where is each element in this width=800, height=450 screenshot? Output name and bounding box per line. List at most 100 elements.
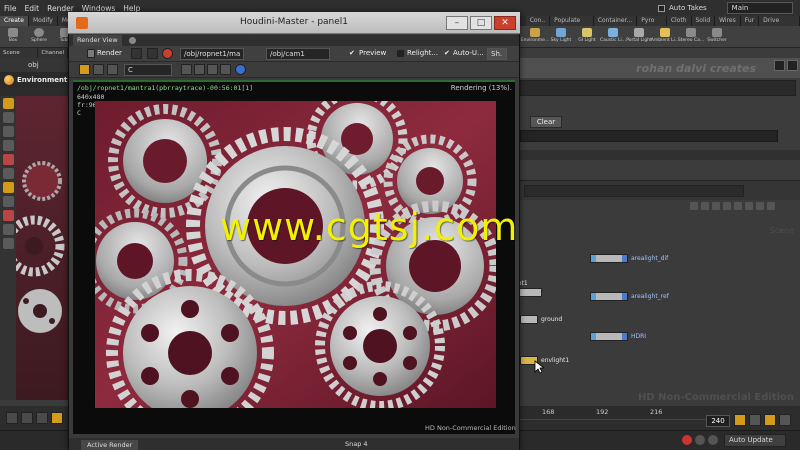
close-icon[interactable] bbox=[767, 202, 775, 210]
history-icon[interactable] bbox=[695, 435, 705, 445]
shelf-tab-create[interactable]: Create bbox=[0, 16, 29, 26]
pose-tool-icon[interactable] bbox=[2, 168, 14, 179]
shelf-tab-drive-sim[interactable]: Drive Sim... bbox=[759, 16, 800, 34]
settings-icon[interactable] bbox=[745, 202, 753, 210]
menu-edit[interactable]: Edit bbox=[25, 4, 40, 13]
zoom-in-icon[interactable] bbox=[181, 64, 192, 75]
shelf-tab-solid[interactable]: Solid bbox=[691, 16, 716, 26]
tool-caustic-light[interactable]: Caustic Li... bbox=[600, 26, 626, 48]
info-icon[interactable] bbox=[787, 60, 798, 71]
tool-box[interactable]: Box bbox=[0, 26, 26, 48]
layout-icon[interactable] bbox=[701, 202, 709, 210]
options-icon[interactable] bbox=[779, 414, 791, 426]
move-tool-icon[interactable] bbox=[2, 112, 14, 123]
tool-sphere[interactable]: Sphere bbox=[26, 26, 52, 48]
tab-render-view[interactable]: Render View bbox=[73, 35, 122, 46]
rotate-tool-icon[interactable] bbox=[2, 126, 14, 137]
node-body[interactable] bbox=[590, 254, 628, 263]
show-button[interactable]: Sh. bbox=[487, 48, 507, 60]
minimize-button[interactable]: – bbox=[446, 16, 468, 30]
step-back-icon[interactable] bbox=[21, 412, 33, 424]
stop-icon[interactable] bbox=[51, 412, 63, 424]
tab-active-render[interactable]: Active Render bbox=[81, 440, 139, 450]
scene-viewport[interactable] bbox=[16, 96, 68, 400]
channel-select[interactable]: C bbox=[124, 64, 172, 76]
node-body[interactable] bbox=[590, 292, 628, 301]
render-button[interactable]: Render bbox=[97, 48, 122, 59]
frame-end-field[interactable]: 240 bbox=[706, 415, 730, 427]
rop-path-field[interactable]: /obj/ropnet1/ma bbox=[180, 48, 244, 60]
take-select[interactable]: Main bbox=[726, 2, 793, 14]
zoom-fit-icon[interactable] bbox=[207, 64, 218, 75]
network-editor[interactable] bbox=[520, 218, 800, 406]
play-back-icon[interactable] bbox=[36, 412, 48, 424]
snap-tool-icon[interactable] bbox=[2, 196, 14, 207]
zoom-out-icon[interactable] bbox=[194, 64, 205, 75]
audio-icon[interactable] bbox=[749, 414, 761, 426]
tool-ambient-light[interactable]: Ambient Li... bbox=[651, 26, 679, 48]
auto-update-select[interactable]: Auto Update bbox=[724, 434, 786, 447]
tab-channel[interactable]: Channel bbox=[38, 48, 68, 58]
tree-icon[interactable] bbox=[723, 202, 731, 210]
list-icon[interactable] bbox=[712, 202, 720, 210]
network-path-combo[interactable] bbox=[524, 185, 744, 197]
node-arealight-ref[interactable]: arealight_ref bbox=[590, 292, 669, 301]
search-icon[interactable] bbox=[734, 202, 742, 210]
pause-icon[interactable] bbox=[147, 48, 158, 59]
menu-file[interactable]: File bbox=[4, 4, 17, 13]
tool-environment-light[interactable]: Environme... bbox=[521, 26, 549, 48]
left-path-label[interactable]: obj bbox=[28, 61, 39, 69]
relight-checkbox[interactable] bbox=[397, 50, 404, 57]
render-view-titlebar[interactable]: Houdini-Master - panel1 – □ ✕ bbox=[68, 12, 520, 34]
node-ground[interactable]: ground bbox=[520, 315, 562, 324]
camera-path-field[interactable]: /obj/cam1 bbox=[266, 48, 330, 60]
shelf-tab-pyro[interactable]: Pyro FX bbox=[637, 16, 667, 34]
node-body[interactable] bbox=[590, 332, 628, 341]
flag-icon[interactable] bbox=[756, 202, 764, 210]
auto-update-checkbox-icon[interactable]: ✔ bbox=[444, 48, 450, 59]
jump-start-icon[interactable] bbox=[6, 412, 18, 424]
tool-gi-light[interactable]: GI Light bbox=[574, 26, 600, 48]
shelf-tab-constraints[interactable]: Con.. bbox=[525, 16, 551, 26]
stop-render-icon[interactable] bbox=[682, 435, 692, 445]
light-tool-icon[interactable] bbox=[2, 238, 14, 249]
compare-icon[interactable] bbox=[107, 64, 118, 75]
shelf-tab-populate[interactable]: Populate C... bbox=[550, 16, 594, 34]
record-tool-icon[interactable] bbox=[2, 210, 14, 221]
play-icon[interactable] bbox=[131, 48, 142, 59]
node-envlight1[interactable]: envlight1 bbox=[520, 356, 569, 365]
tool-stereo-camera[interactable]: Stereo Ca... bbox=[678, 26, 704, 48]
node-arealight-dif[interactable]: arealight_dif bbox=[590, 254, 668, 263]
scale-tool-icon[interactable] bbox=[2, 140, 14, 151]
camera-tool-icon[interactable] bbox=[2, 224, 14, 235]
preview-checkbox-icon[interactable]: ✔ bbox=[349, 48, 355, 59]
maximize-button[interactable]: □ bbox=[470, 16, 492, 30]
node-body[interactable] bbox=[520, 315, 538, 324]
key-icon[interactable] bbox=[734, 414, 746, 426]
stop-icon[interactable] bbox=[162, 48, 173, 59]
node-hdri[interactable]: HDRI bbox=[590, 332, 646, 341]
tool-sky-light[interactable]: Sky Light bbox=[548, 26, 574, 48]
add-tab-icon[interactable] bbox=[129, 37, 136, 44]
shelf-tab-modify[interactable]: Modify bbox=[28, 16, 58, 26]
auto-takes-checkbox[interactable] bbox=[658, 4, 665, 12]
snap-label[interactable]: Snap 4 bbox=[345, 440, 368, 448]
tool-switcher[interactable]: Switcher bbox=[704, 26, 730, 48]
close-button[interactable]: ✕ bbox=[494, 16, 516, 30]
shelf-tab-container[interactable]: Container... bbox=[593, 16, 638, 26]
shelf-tab-fur[interactable]: Fur bbox=[740, 16, 760, 26]
shelf-tab-cloth[interactable]: Cloth bbox=[666, 16, 692, 26]
realtime-icon[interactable] bbox=[764, 414, 776, 426]
select-tool-icon[interactable] bbox=[2, 98, 14, 109]
overlay-icon[interactable] bbox=[93, 64, 104, 75]
display-mode-icon[interactable] bbox=[79, 64, 90, 75]
network-icon[interactable] bbox=[708, 435, 718, 445]
shelf-tab-wires[interactable]: Wires bbox=[715, 16, 741, 26]
clear-button[interactable]: Clear bbox=[530, 116, 562, 128]
zoom-reset-icon[interactable] bbox=[220, 64, 231, 75]
tool-portal-light[interactable]: Portal Light bbox=[626, 26, 652, 48]
tab-scene-view[interactable]: Scene View bbox=[0, 48, 39, 66]
handle-tool-icon[interactable] bbox=[2, 154, 14, 165]
info-icon[interactable] bbox=[235, 64, 246, 75]
view-tool-icon[interactable] bbox=[2, 182, 14, 193]
